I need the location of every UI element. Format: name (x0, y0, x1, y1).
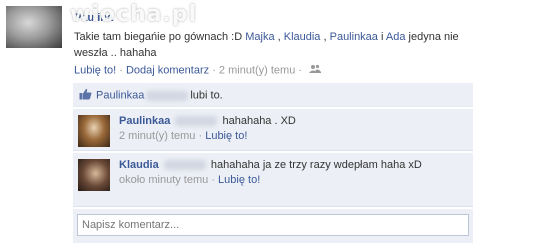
comment-timestamp[interactable]: około minuty temu (119, 174, 208, 186)
comment-avatar[interactable] (78, 159, 110, 191)
action-separator: · (295, 64, 306, 77)
comment-like-link[interactable]: Lubię to! (218, 174, 260, 186)
comment-body: Paulinkaa hahahaha . XD 2 minut(y) temu … (119, 114, 465, 144)
comment-author[interactable]: Paulinkaa (119, 115, 170, 127)
comment-like-link[interactable]: Lubię to! (205, 130, 247, 142)
comment-avatar[interactable] (78, 115, 110, 147)
blurred-name (146, 90, 189, 101)
post-timestamp[interactable]: 2 minut(y) temu (219, 64, 295, 76)
tag-paulinkaa[interactable]: Paulinkaa (330, 31, 378, 43)
post-author-avatar[interactable] (6, 6, 62, 48)
post-text-before: Takie tam biegańie po gównach :D (74, 31, 246, 43)
write-comment-area (73, 209, 473, 243)
comment-item: Paulinkaa hahahaha . XD 2 minut(y) temu … (73, 109, 473, 151)
thumbs-up-icon (79, 88, 92, 103)
post-text: Takie tam biegańie po gównach :D Majka ,… (74, 29, 494, 61)
tag-separator: i (377, 31, 386, 43)
tag-ada[interactable]: Ada (386, 31, 406, 43)
like-suffix: lubi to. (190, 89, 223, 102)
meta-separator: · (208, 174, 219, 186)
comment-timestamp[interactable]: 2 minut(y) temu (119, 130, 195, 142)
comment-text: hahahaha ja ze trzy razy wdepłam haha xD (210, 159, 422, 171)
blurred-name (163, 160, 206, 171)
action-separator: · (209, 64, 219, 77)
people-icon (309, 64, 322, 77)
action-separator: · (116, 64, 126, 77)
add-comment-link[interactable]: Dodaj komentarz (126, 64, 209, 76)
post-like-link[interactable]: Lubię to! (74, 64, 116, 76)
comment-author[interactable]: Klaudia (119, 159, 159, 171)
comment-input[interactable] (77, 214, 469, 236)
meta-separator: · (195, 130, 206, 142)
tag-separator: , (274, 31, 284, 43)
comment-body: Klaudia hahahaha ja ze trzy razy wdepłam… (119, 158, 465, 188)
like-summary: Paulinkaa lubi to. (73, 83, 473, 107)
blurred-name (175, 116, 218, 127)
tag-klaudia[interactable]: Klaudia (284, 31, 321, 43)
tag-separator: , (320, 31, 330, 43)
watermark: wiocha.pl (70, 2, 198, 27)
comment-item: Klaudia hahahaha ja ze trzy razy wdepłam… (73, 153, 473, 207)
post-actions: Lubię to! · Dodaj komentarz · 2 minut(y)… (74, 64, 322, 77)
liker-name[interactable]: Paulinkaa (96, 89, 144, 101)
tag-majka[interactable]: Majka (245, 31, 274, 43)
comment-text: hahahaha . XD (222, 115, 296, 127)
feedback-panel: Paulinkaa lubi to. Paulinkaa hahahaha . X… (73, 83, 473, 243)
